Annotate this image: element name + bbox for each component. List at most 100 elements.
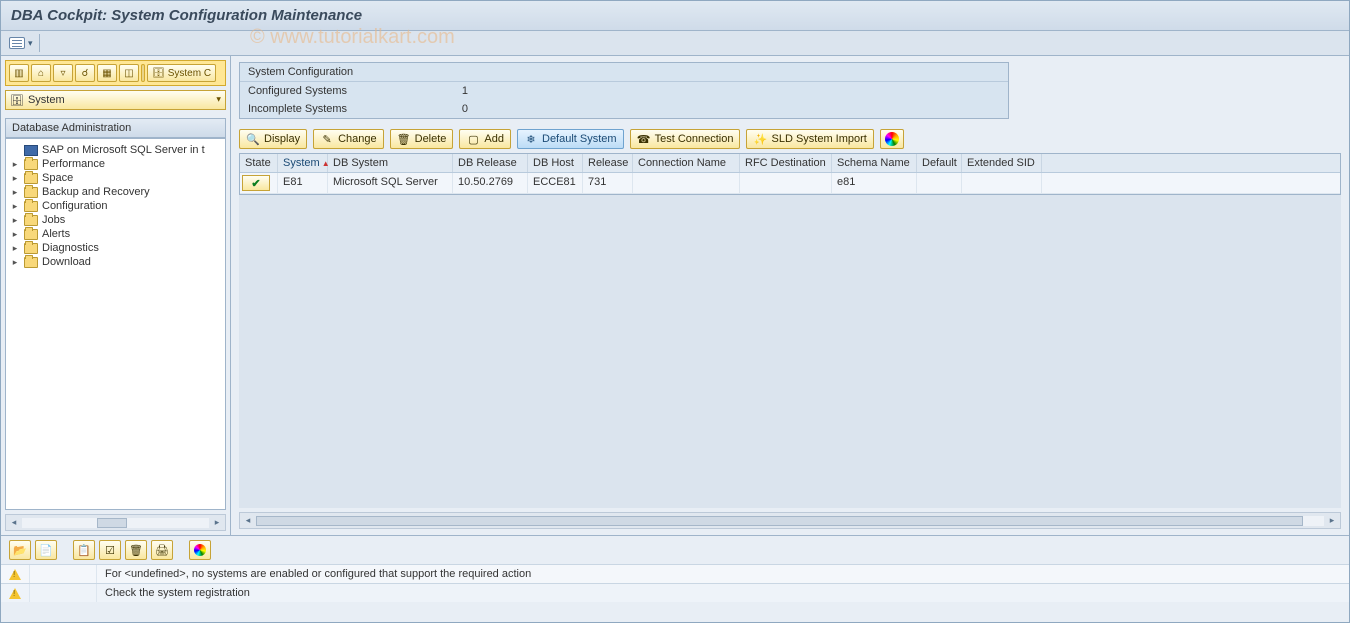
- log-print-button[interactable]: 🖨: [151, 540, 173, 560]
- col-rfc[interactable]: RFC Destination: [740, 154, 832, 172]
- print-icon: 🖨: [155, 544, 169, 557]
- col-conn-name[interactable]: Connection Name: [633, 154, 740, 172]
- chevron-right-icon[interactable]: ▸: [10, 159, 20, 170]
- log-message: Check the system registration: [97, 584, 1349, 602]
- tree-node-download[interactable]: ▸ Download: [8, 255, 223, 269]
- tree-node-alerts[interactable]: ▸ Alerts: [8, 227, 223, 241]
- check-icon: ☑: [105, 544, 115, 557]
- chevron-right-icon[interactable]: ▸: [10, 243, 20, 254]
- folder-icon: [24, 229, 38, 240]
- system-icon: 🗄: [10, 94, 24, 107]
- col-release[interactable]: Release: [583, 154, 633, 172]
- sld-import-button[interactable]: ✨SLD System Import: [746, 129, 873, 149]
- scroll-right-icon[interactable]: ▸: [1324, 515, 1340, 526]
- grid-header: State System DB System DB Release DB Hos…: [240, 154, 1340, 173]
- scroll-thumb[interactable]: [97, 518, 127, 528]
- col-db-system[interactable]: DB System: [328, 154, 453, 172]
- color-wheel-icon: [194, 544, 206, 556]
- log-check-button[interactable]: ☑: [99, 540, 121, 560]
- scroll-right-icon[interactable]: ▸: [209, 517, 225, 528]
- scroll-track[interactable]: [256, 516, 1324, 526]
- clipboard-icon: 📋: [77, 544, 91, 557]
- content-area: System Configuration Configured Systems …: [231, 56, 1349, 535]
- log-doc-button[interactable]: 📄: [35, 540, 57, 560]
- cell-default: [917, 173, 962, 193]
- change-button[interactable]: ✎Change: [313, 129, 384, 149]
- cell-schema: e81: [832, 173, 917, 193]
- add-button[interactable]: ▢Add: [459, 129, 511, 149]
- cell-state: ✔: [240, 173, 278, 193]
- log-row[interactable]: Check the system registration: [1, 583, 1349, 602]
- log-open-button[interactable]: 📂: [9, 540, 31, 560]
- chevron-right-icon[interactable]: ▸: [10, 173, 20, 184]
- log-row[interactable]: For <undefined>, no systems are enabled …: [1, 564, 1349, 583]
- col-state[interactable]: State: [240, 154, 278, 172]
- col-default[interactable]: Default: [917, 154, 962, 172]
- col-ext-sid[interactable]: Extended SID: [962, 154, 1042, 172]
- col-db-release[interactable]: DB Release: [453, 154, 528, 172]
- tree-label: SAP on Microsoft SQL Server in t: [42, 144, 205, 156]
- scroll-thumb[interactable]: [256, 516, 1303, 526]
- sidebar: ▥ ⌂ ▿ ☌ ▦ ◫ 🗄 System C 🗄 System Database…: [1, 56, 231, 535]
- sidebar-panel-title: Database Administration: [5, 118, 226, 138]
- log-rows: For <undefined>, no systems are enabled …: [1, 564, 1349, 602]
- action-toolbar: 🔍Display ✎Change 🗑Delete ▢Add ❄Default S…: [231, 125, 1349, 153]
- folder-icon: [24, 187, 38, 198]
- chevron-right-icon[interactable]: ▸: [10, 257, 20, 268]
- window-icon[interactable]: ◫: [119, 64, 139, 82]
- tree-node-sap-sqlserver[interactable]: • SAP on Microsoft SQL Server in t: [8, 143, 223, 157]
- tree-node-configuration[interactable]: ▸ Configuration: [8, 199, 223, 213]
- folder-up-icon[interactable]: ⌂: [31, 64, 51, 82]
- chevron-right-icon[interactable]: ▸: [10, 187, 20, 198]
- system-dropdown[interactable]: 🗄 System: [5, 90, 226, 110]
- chevron-right-icon[interactable]: ▸: [10, 229, 20, 240]
- default-system-button[interactable]: ❄Default System: [517, 129, 624, 149]
- divider: [39, 34, 40, 52]
- message-log: 📂 📄 📋 ☑ 🗑 🖨 For <undefined>, no systems …: [1, 536, 1349, 602]
- content-empty-area: [239, 195, 1341, 508]
- systems-grid: State System DB System DB Release DB Hos…: [239, 153, 1341, 195]
- tree-node-space[interactable]: ▸ Space: [8, 171, 223, 185]
- page-title: DBA Cockpit: System Configuration Mainte…: [11, 7, 1339, 24]
- sidebar-mini-toolbar: ▥ ⌂ ▿ ☌ ▦ ◫ 🗄 System C: [5, 60, 226, 86]
- tree-node-jobs[interactable]: ▸ Jobs: [8, 213, 223, 227]
- col-system[interactable]: System: [278, 154, 328, 172]
- tree-label: Configuration: [42, 200, 107, 212]
- config-row-configured: Configured Systems 1: [240, 82, 1008, 100]
- folder-icon: [24, 215, 38, 226]
- search-icon[interactable]: ☌: [75, 64, 95, 82]
- test-connection-button[interactable]: ☎Test Connection: [630, 129, 741, 149]
- col-db-host[interactable]: DB Host: [528, 154, 583, 172]
- delete-button[interactable]: 🗑Delete: [390, 129, 454, 149]
- log-delete-button[interactable]: 🗑: [125, 540, 147, 560]
- folder-icon: [24, 159, 38, 170]
- scroll-left-icon[interactable]: ◂: [240, 515, 256, 526]
- folder-icon: [24, 243, 38, 254]
- doc-icon[interactable]: ▥: [9, 64, 29, 82]
- scroll-left-icon[interactable]: ◂: [6, 517, 22, 528]
- content-hscrollbar[interactable]: ◂ ▸: [239, 512, 1341, 529]
- menu-icon[interactable]: [9, 37, 25, 49]
- system-c-button[interactable]: 🗄 System C: [147, 64, 216, 82]
- menu-expand-icon[interactable]: ▾: [28, 38, 33, 49]
- display-button[interactable]: 🔍Display: [239, 129, 307, 149]
- tree-node-performance[interactable]: ▸ Performance: [8, 157, 223, 171]
- color-wheel-button[interactable]: ◉: [880, 129, 904, 149]
- log-copy-button[interactable]: 📋: [73, 540, 95, 560]
- folder-icon: [24, 201, 38, 212]
- arrow-down-icon[interactable]: ▿: [53, 64, 73, 82]
- tree-label: Download: [42, 256, 91, 268]
- star-icon: ❄: [524, 132, 538, 146]
- col-schema[interactable]: Schema Name: [832, 154, 917, 172]
- table-row[interactable]: ✔ E81 Microsoft SQL Server 10.50.2769 EC…: [240, 173, 1340, 194]
- chevron-right-icon[interactable]: ▸: [10, 215, 20, 226]
- connection-icon: ☎: [637, 132, 651, 146]
- log-color-button[interactable]: [189, 540, 211, 560]
- scroll-track[interactable]: [22, 518, 209, 528]
- chevron-right-icon[interactable]: ▸: [10, 201, 20, 212]
- chart-icon[interactable]: ▦: [97, 64, 117, 82]
- tree-node-diagnostics[interactable]: ▸ Diagnostics: [8, 241, 223, 255]
- tree-node-backup[interactable]: ▸ Backup and Recovery: [8, 185, 223, 199]
- sidebar-hscrollbar[interactable]: ◂ ▸: [5, 514, 226, 531]
- trash-icon: 🗑: [129, 544, 143, 557]
